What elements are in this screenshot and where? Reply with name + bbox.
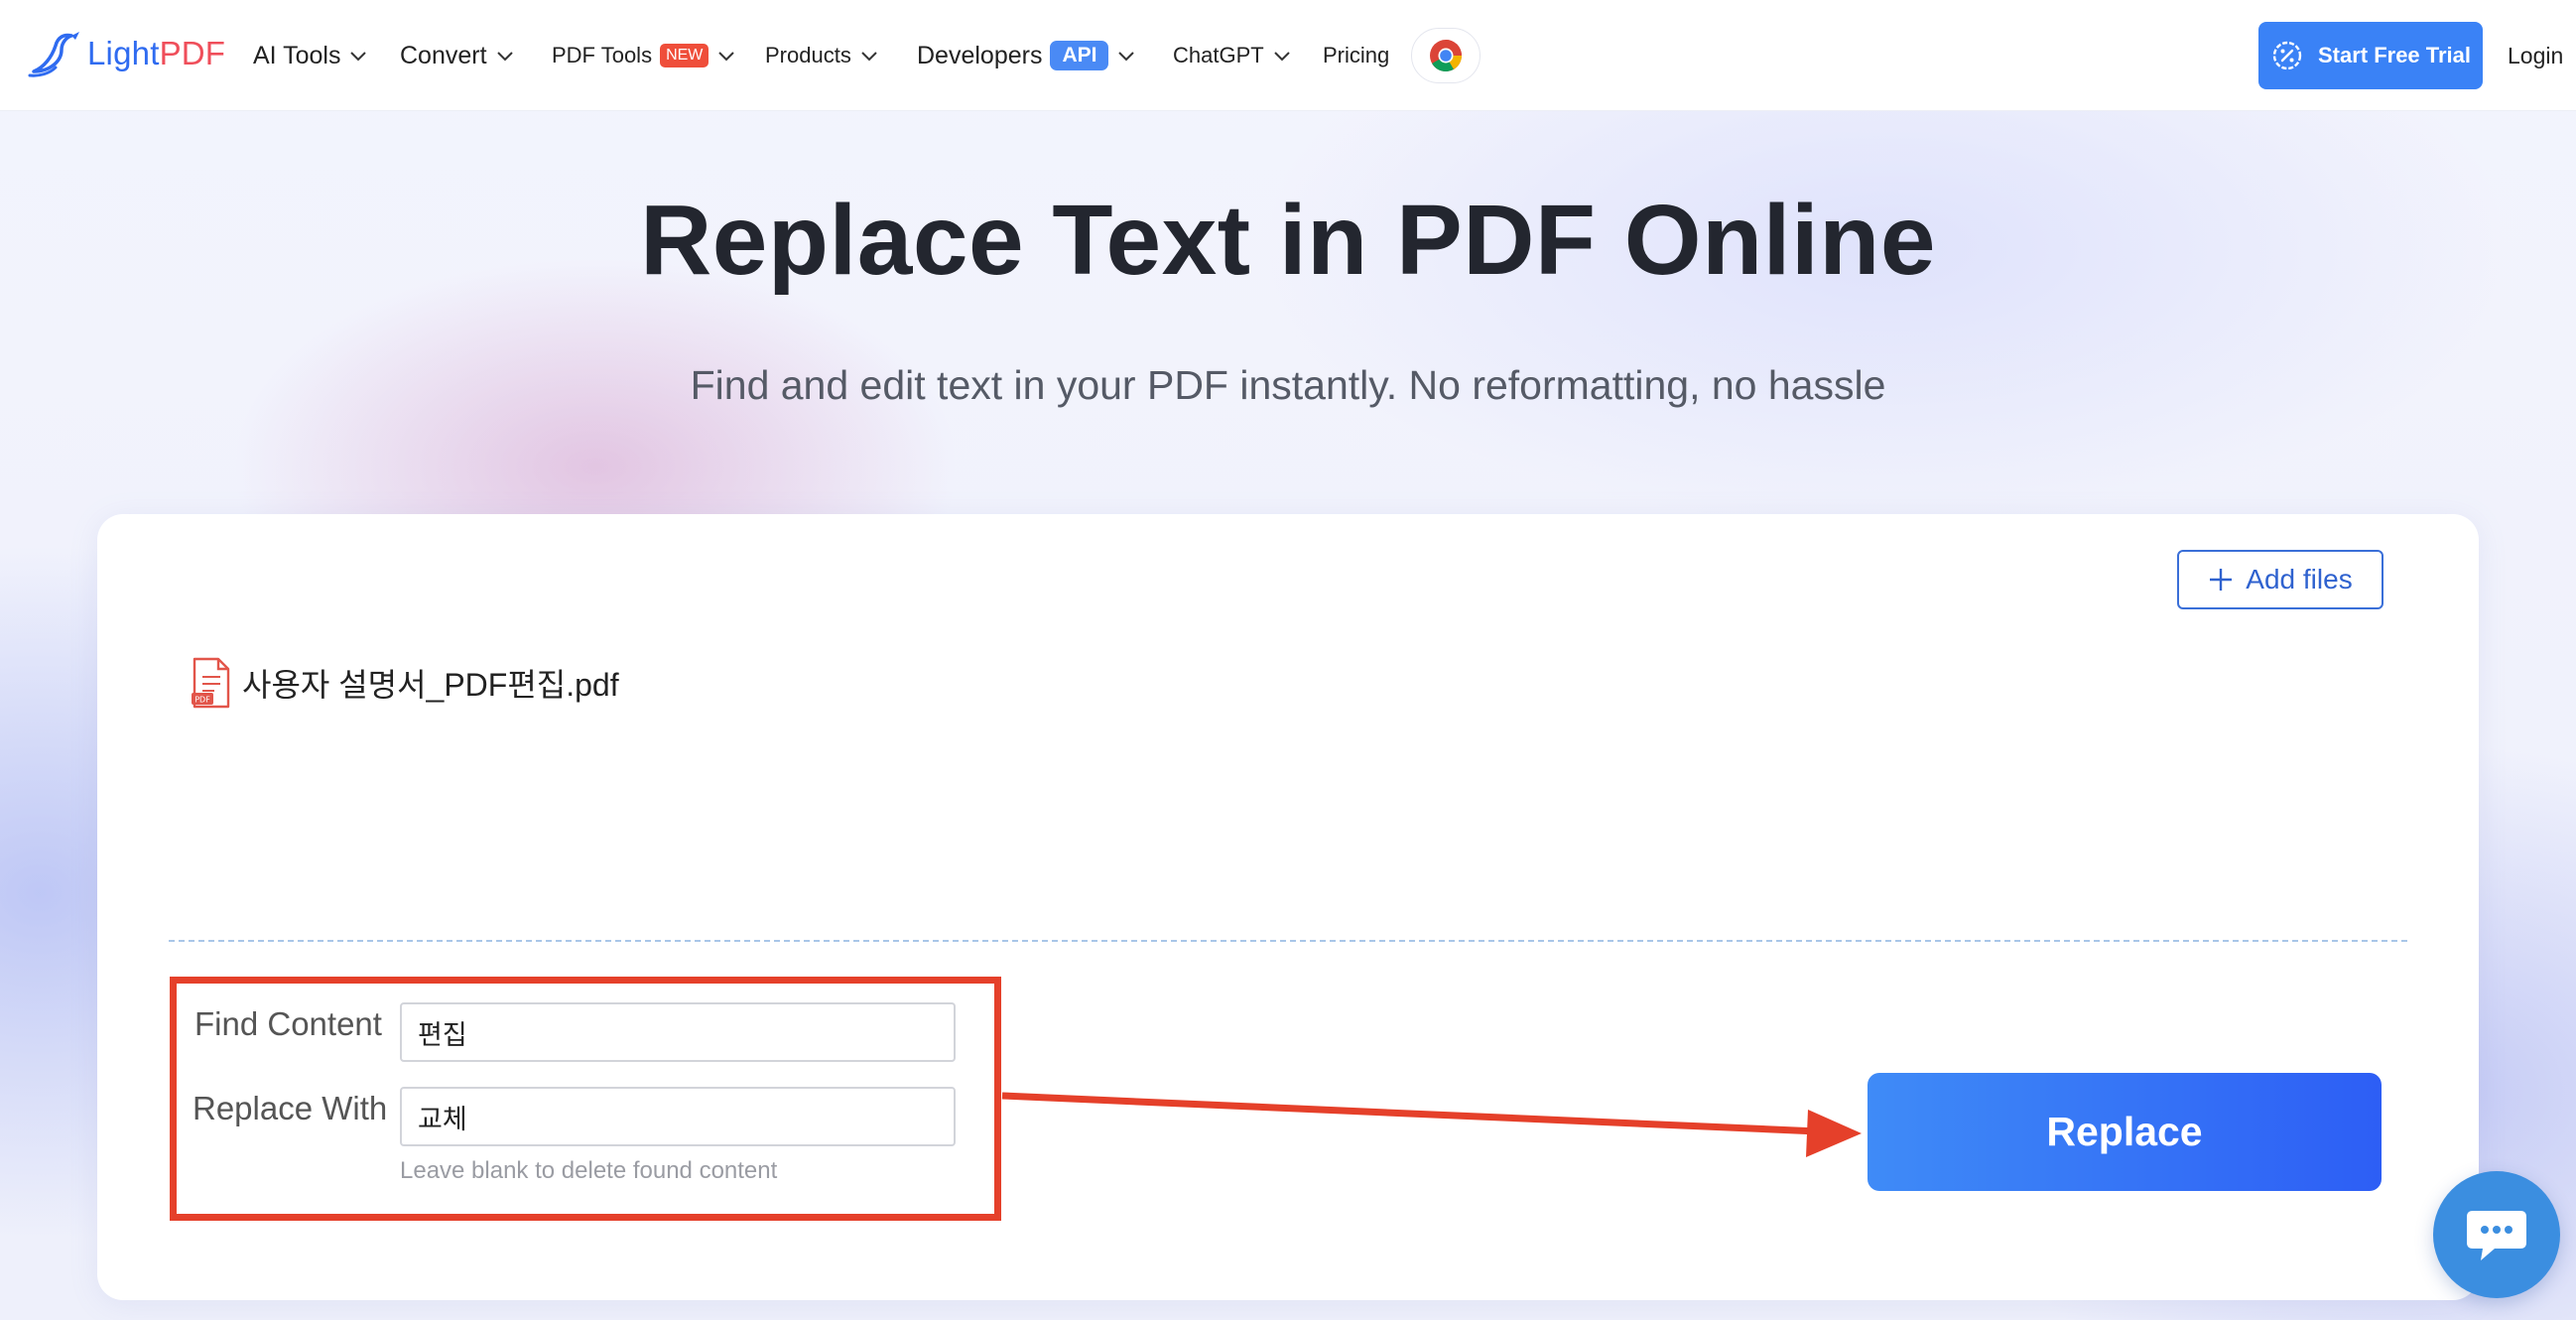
chevron-down-icon xyxy=(1273,52,1290,62)
page-subtitle: Find and edit text in your PDF instantly… xyxy=(690,362,1886,408)
chat-support-button[interactable] xyxy=(2433,1171,2560,1298)
login-link[interactable]: Login xyxy=(2508,0,2563,111)
start-free-trial-button[interactable]: Start Free Trial xyxy=(2258,22,2483,89)
svg-text:PDF: PDF xyxy=(194,696,210,705)
add-files-button[interactable]: Add files xyxy=(2177,550,2383,609)
chevron-down-icon xyxy=(1118,52,1135,62)
plus-icon xyxy=(2210,569,2233,591)
logo[interactable]: LightPDF xyxy=(26,28,225,79)
chevron-down-icon xyxy=(861,52,877,62)
pdf-file-icon: PDF xyxy=(192,657,230,709)
api-badge: API xyxy=(1050,41,1109,70)
logo-bird-icon xyxy=(28,32,79,77)
chrome-extension-button[interactable] xyxy=(1411,28,1481,83)
file-name: 사용자 설명서_PDF편집.pdf xyxy=(242,667,619,703)
page-title: Replace Text in PDF Online xyxy=(640,185,1936,296)
logo-text: LightPDF xyxy=(87,35,226,71)
nav-pricing[interactable]: Pricing xyxy=(1323,0,1389,111)
top-nav-bar: LightPDF AI Tools Convert PDF Tools NEW … xyxy=(0,0,2576,111)
dashed-divider xyxy=(169,940,2407,942)
new-badge: NEW xyxy=(660,44,709,67)
nav-ai-tools[interactable]: AI Tools xyxy=(253,0,368,111)
chevron-down-icon xyxy=(718,52,735,62)
replace-button[interactable]: Replace xyxy=(1868,1073,2382,1191)
chevron-down-icon xyxy=(350,52,367,62)
nav-chatgpt[interactable]: ChatGPT xyxy=(1173,0,1292,111)
nav-developers[interactable]: Developers API xyxy=(917,0,1136,111)
file-item[interactable]: PDF 사용자 설명서_PDF편집.pdf xyxy=(191,657,619,709)
chevron-down-icon xyxy=(496,52,513,62)
nav-pdf-tools[interactable]: PDF Tools NEW xyxy=(552,0,736,111)
chrome-icon xyxy=(1430,40,1462,72)
nav-products[interactable]: Products xyxy=(765,0,879,111)
nav-convert[interactable]: Convert xyxy=(400,0,515,111)
discount-icon xyxy=(2272,41,2302,70)
chat-icon xyxy=(2467,1211,2526,1260)
highlight-box xyxy=(170,977,1001,1221)
